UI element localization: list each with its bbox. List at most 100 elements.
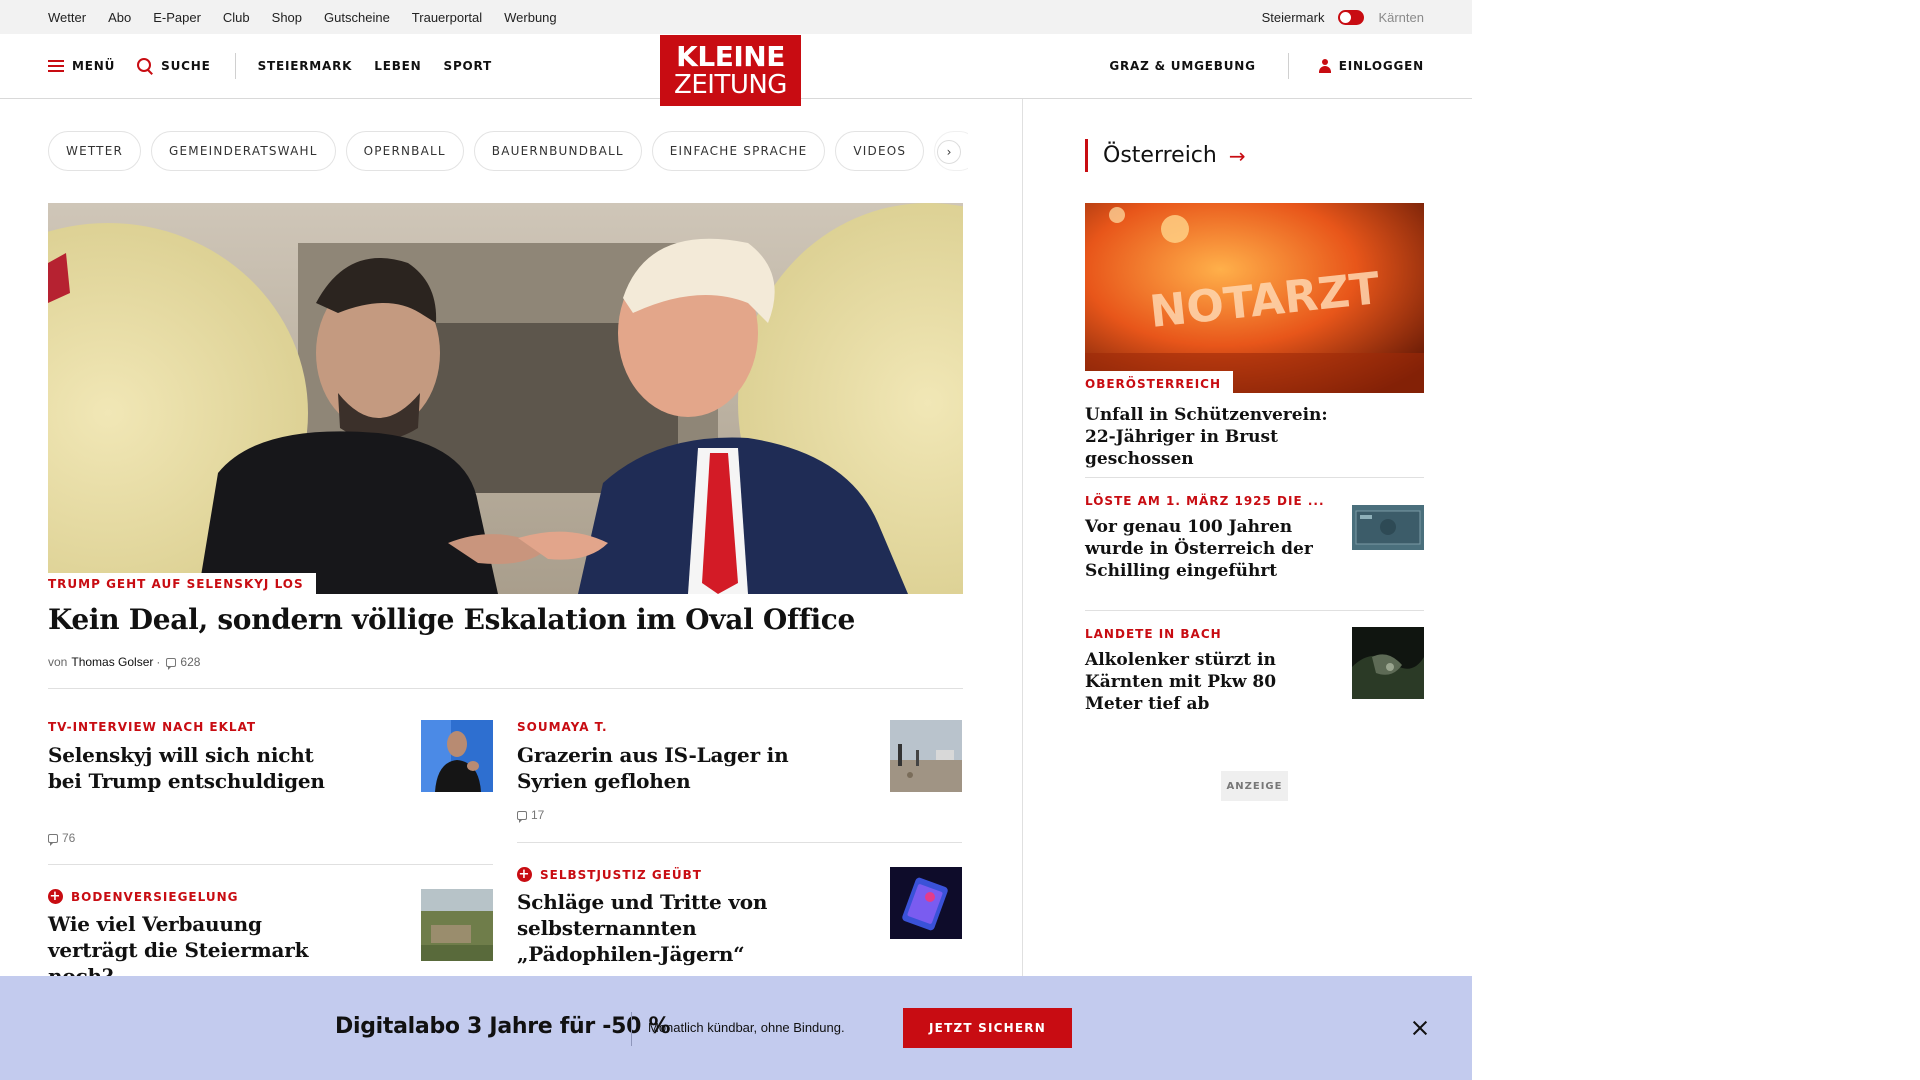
teaser-kicker: SOUMAYA T. [517,720,608,734]
utility-link-werbung[interactable]: Werbung [504,10,557,25]
sidebar-divider [1085,610,1424,611]
search-button[interactable]: SUCHE [137,58,210,74]
hero-byline: von Thomas Golser · 628 [48,655,200,670]
comment-icon [48,833,58,846]
login-label: EINLOGGEN [1338,59,1424,73]
teaser-kicker: + BODENVERSIEGELUNG [48,889,238,904]
nav-leben[interactable]: LEBEN [374,59,421,73]
utility-link-gutscheine[interactable]: Gutscheine [324,10,390,25]
utility-link-club[interactable]: Club [223,10,250,25]
sidebar-item-kicker: LÖSTE AM 1. MÄRZ 1925 DIE ... [1085,494,1325,508]
page: Wetter Abo E-Paper Club Shop Gutscheine … [0,0,1472,1080]
teaser-title[interactable]: Selenskyj will sich nicht bei Trump ents… [48,742,348,794]
user-icon [1318,59,1331,73]
close-icon[interactable] [1408,1016,1432,1040]
hero-divider [48,688,963,689]
sidebar-item[interactable]: LANDETE IN BACH Alkolenker stürzt in Kär… [1085,627,1424,714]
teaser-kicker-text: SELBSTJUSTIZ GEÜBT [540,867,702,882]
promo-subtitle: Monatlich kündbar, ohne Bindung. [648,1020,845,1035]
byline-author[interactable]: Thomas Golser [71,655,153,669]
nav-steiermark[interactable]: STEIERMARK [258,59,353,73]
menu-button[interactable]: MENÜ [48,59,115,73]
header-divider [234,53,236,79]
teaser-thumbnail[interactable] [421,720,493,792]
chip-wetter[interactable]: WETTER [48,131,142,171]
kleine-zeitung-logo[interactable]: KLEINE ZEITUNG [660,35,801,106]
chip-gemeinderatswahl[interactable]: GEMEINDERATSWAHL [151,131,336,171]
byline-separator: · [156,655,161,669]
utility-links: Wetter Abo E-Paper Club Shop Gutscheine … [48,0,579,34]
ad-label: ANZEIGE [1221,771,1288,801]
teaser-comments[interactable]: 76 [48,831,76,846]
logo-line-2: ZEITUNG [674,70,787,100]
teaser-card[interactable]: SOUMAYA T. Grazerin aus IS-Lager in Syri… [517,720,962,843]
header-right: GRAZ & UMGEBUNG EINLOGGEN [1109,34,1424,98]
utility-bar: Wetter Abo E-Paper Club Shop Gutscheine … [0,0,1472,34]
byline-prefix: von [48,655,68,669]
utility-link-abo[interactable]: Abo [108,10,131,25]
topic-chips: WETTER GEMEINDERATSWAHL OPERNBALL BAUERN… [48,131,968,171]
promo-title: Digitalabo 3 Jahre für -50 % [335,1014,671,1039]
chip-scroll-right-button[interactable]: › [937,140,961,164]
teaser-title[interactable]: Grazerin aus IS-Lager in Syrien geflohen [517,742,817,794]
comment-icon [166,657,177,670]
region-steiermark[interactable]: Steiermark [1262,10,1325,25]
sidebar-item[interactable]: LÖSTE AM 1. MÄRZ 1925 DIE ... Vor genau … [1085,494,1424,594]
utility-link-shop[interactable]: Shop [272,10,302,25]
teaser-thumbnail[interactable] [890,720,962,792]
premium-plus-icon: + [517,867,532,882]
teaser-divider [517,842,962,843]
utility-link-trauerportal[interactable]: Trauerportal [412,10,482,25]
arrow-right-icon: → [1228,143,1246,168]
search-label: SUCHE [161,59,211,73]
premium-plus-icon: + [48,889,63,904]
teaser-thumbnail[interactable] [421,889,493,961]
promo-cta-button[interactable]: JETZT SICHERN [903,1008,1072,1048]
teaser-kicker-text: BODENVERSIEGELUNG [71,889,239,904]
hero-comment-count[interactable]: 628 [180,655,200,669]
sidebar-item-thumbnail[interactable] [1352,505,1424,550]
region-toggle[interactable] [1338,9,1365,25]
sidebar-lead-image[interactable]: NOTARZT [1085,203,1424,393]
logo-line-1: KLEINE [676,40,785,73]
section-heading-oesterreich[interactable]: Österreich → [1085,139,1246,172]
region-switch: Steiermark Kärnten [1262,0,1424,34]
teaser-card[interactable]: + BODENVERSIEGELUNG Wie viel Verbauung v… [48,889,493,989]
hero-title[interactable]: Kein Deal, sondern völlige Eskalation im… [48,603,855,636]
chip-bauernbundball[interactable]: BAUERNBUNDBALL [473,131,642,171]
sidebar-item-thumbnail[interactable] [1352,627,1424,699]
teaser-card[interactable]: TV-INTERVIEW NACH EKLAT Selenskyj will s… [48,720,493,865]
nav-sport[interactable]: SPORT [444,59,493,73]
section-heading-text: Österreich [1103,143,1217,168]
teaser-comments[interactable]: 17 [517,808,545,823]
chip-einfache-sprache[interactable]: EINFACHE SPRACHE [651,131,826,171]
hero-kicker[interactable]: TRUMP GEHT AUF SELENSKYJ LOS [48,573,316,595]
teaser-card[interactable]: + SELBSTJUSTIZ GEÜBT Schläge und Tritte … [517,867,962,977]
main-header: MENÜ SUCHE STEIERMARK LEBEN SPORT KLEINE… [0,34,1472,106]
column-divider [1022,99,1023,979]
sidebar-item-title[interactable]: Alkolenker stürzt in Kärnten mit Pkw 80 … [1085,649,1315,715]
login-button[interactable]: EINLOGGEN [1318,59,1424,73]
teaser-comment-count: 76 [62,831,76,845]
sidebar-divider [1085,477,1424,478]
hamburger-icon [48,60,64,72]
chip-videos[interactable]: VIDEOS [835,131,925,171]
search-icon [137,58,153,74]
nav-graz-umgebung[interactable]: GRAZ & UMGEBUNG [1109,59,1255,73]
menu-label: MENÜ [72,59,116,73]
sidebar-item-title[interactable]: Vor genau 100 Jahren wurde in Österreich… [1085,516,1315,582]
teaser-comment-count: 17 [531,808,545,822]
header-divider-right [1287,53,1289,79]
teaser-thumbnail[interactable] [890,867,962,939]
utility-link-epaper[interactable]: E-Paper [153,10,201,25]
sidebar-item-kicker: LANDETE IN BACH [1085,627,1222,641]
sidebar-lead-title[interactable]: Unfall in Schützenverein: 22-Jähriger in… [1085,404,1345,470]
teaser-title[interactable]: Schläge und Tritte von selbsternannten „… [517,889,817,967]
hero-image[interactable] [48,203,963,594]
chevron-right-icon: › [946,145,952,159]
region-kaernten[interactable]: Kärnten [1378,10,1424,25]
sidebar-lead-kicker[interactable]: OBERÖSTERREICH [1085,371,1234,393]
utility-link-wetter[interactable]: Wetter [48,10,86,25]
chip-opernball[interactable]: OPERNBALL [345,131,464,171]
promo-separator [631,1012,632,1046]
